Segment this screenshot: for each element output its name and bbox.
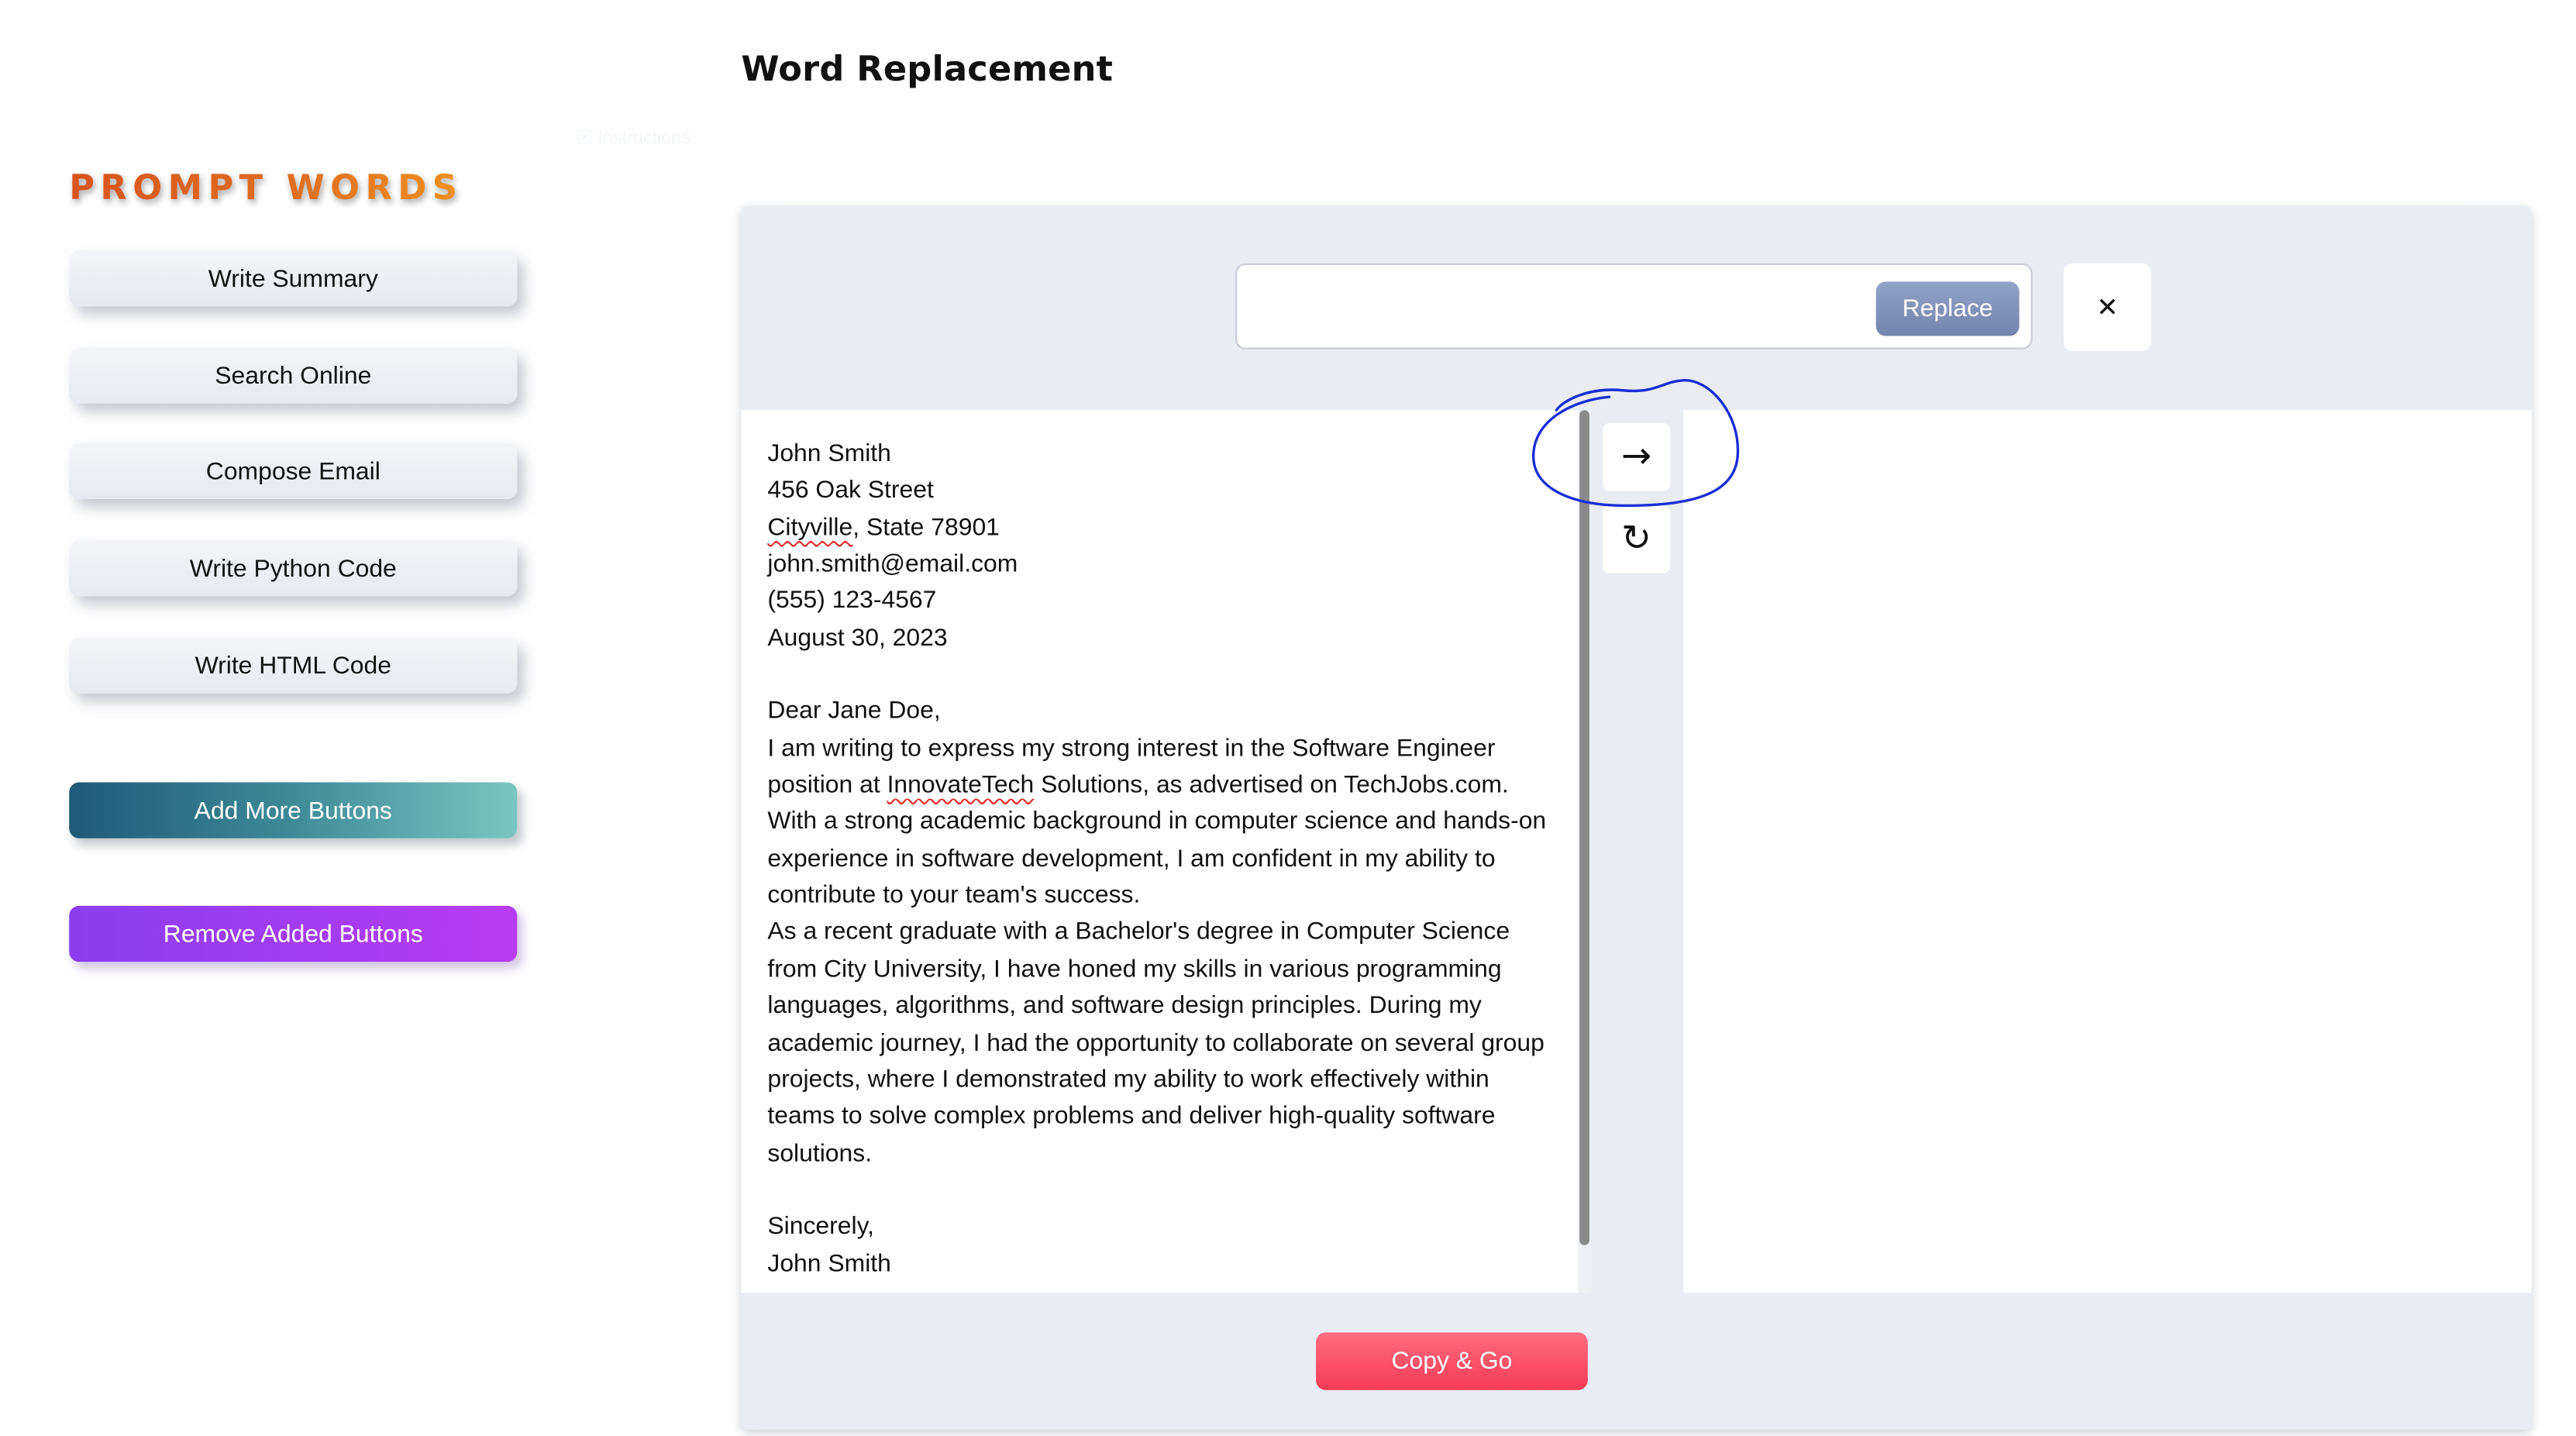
write-html-code-button[interactable]: Write HTML Code bbox=[69, 637, 518, 694]
letter-line: (555) 123-4567 bbox=[767, 587, 937, 615]
refresh-icon: ↻ bbox=[1620, 518, 1652, 560]
write-summary-button[interactable]: Write Summary bbox=[69, 250, 518, 307]
letter-line: Dear Jane Doe, bbox=[767, 697, 941, 725]
letter-line: contribute to your team's success. bbox=[767, 881, 1141, 910]
letter-line: August 30, 2023 bbox=[767, 623, 948, 653]
transfer-button[interactable]: → bbox=[1602, 423, 1671, 491]
instructions-label: ☒ Instructions bbox=[576, 128, 690, 149]
scrollbar-thumb[interactable] bbox=[1579, 410, 1589, 1245]
letter-line: projects, where I demonstrated my abilit… bbox=[767, 1065, 1489, 1093]
remove-added-buttons-button[interactable]: Remove Added Buttons bbox=[69, 905, 518, 962]
tool-column: → ↻ bbox=[1591, 410, 1684, 1293]
letter-line: As a recent graduate with a Bachelor's d… bbox=[767, 918, 1510, 946]
letter-line: languages, algorithms, and software desi… bbox=[767, 991, 1482, 1020]
letter-line: from City University, I have honed my sk… bbox=[767, 955, 1502, 983]
letter-line: Sincerely, bbox=[767, 1212, 875, 1241]
search-online-button[interactable]: Search Online bbox=[69, 347, 518, 404]
letter-blank-line bbox=[767, 1173, 1551, 1209]
letter-line: teams to solve complex problems and deli… bbox=[767, 1102, 1496, 1131]
letter-line: John Smith bbox=[767, 439, 891, 468]
letter-line: John Smith bbox=[767, 1249, 891, 1278]
letter-line: With a strong academic background in com… bbox=[767, 808, 1547, 836]
arrow-right-icon: → bbox=[1620, 436, 1652, 478]
app-root: Word Replacement ☒ Instructions PROMPT W… bbox=[0, 0, 2576, 1436]
page-title: Word Replacement bbox=[741, 49, 1114, 89]
refresh-button[interactable]: ↻ bbox=[1602, 505, 1671, 573]
letter-blank-line bbox=[767, 657, 1551, 694]
letter-line: I am writing to express my strong intere… bbox=[767, 734, 1496, 763]
source-scrollbar[interactable] bbox=[1578, 410, 1592, 1293]
misspelled-word: InnovateTech bbox=[887, 770, 1035, 799]
close-icon: ✕ bbox=[2096, 291, 2119, 323]
replace-bar: Replace bbox=[1235, 263, 2033, 350]
letter-line: Cityville, State 78901 bbox=[767, 513, 1000, 542]
replace-input[interactable] bbox=[1253, 281, 1870, 338]
write-python-code-button[interactable]: Write Python Code bbox=[69, 540, 518, 597]
letter-text: John Smith 456 Oak Street Cityville, State… bbox=[767, 436, 1551, 1283]
letter-line: 456 Oak Street bbox=[767, 476, 934, 505]
add-more-buttons-button[interactable]: Add More Buttons bbox=[69, 782, 518, 839]
replace-button[interactable]: Replace bbox=[1875, 281, 2020, 336]
word-replacement-panel: Replace ✕ John Smith 456 Oak Street Cityvi… bbox=[741, 205, 2532, 1430]
letter-line: solutions. bbox=[767, 1138, 873, 1167]
compose-email-button[interactable]: Compose Email bbox=[69, 443, 518, 499]
prompt-words-heading: PROMPT WORDS bbox=[69, 167, 463, 208]
copy-and-go-button[interactable]: Copy & Go bbox=[1316, 1332, 1588, 1390]
output-text-area[interactable] bbox=[1683, 410, 2532, 1293]
letter-line: john.smith@email.com bbox=[767, 549, 1018, 579]
misspelled-word: Cityville bbox=[767, 513, 853, 542]
letter-line: position at InnovateTech Solutions, as a… bbox=[767, 770, 1509, 799]
source-text-area[interactable]: John Smith 456 Oak Street Cityville, State… bbox=[741, 410, 1579, 1293]
close-button[interactable]: ✕ bbox=[2064, 263, 2151, 351]
letter-line: experience in software development, I am… bbox=[767, 844, 1496, 873]
letter-line: academic journey, I had the opportunity … bbox=[767, 1028, 1545, 1057]
